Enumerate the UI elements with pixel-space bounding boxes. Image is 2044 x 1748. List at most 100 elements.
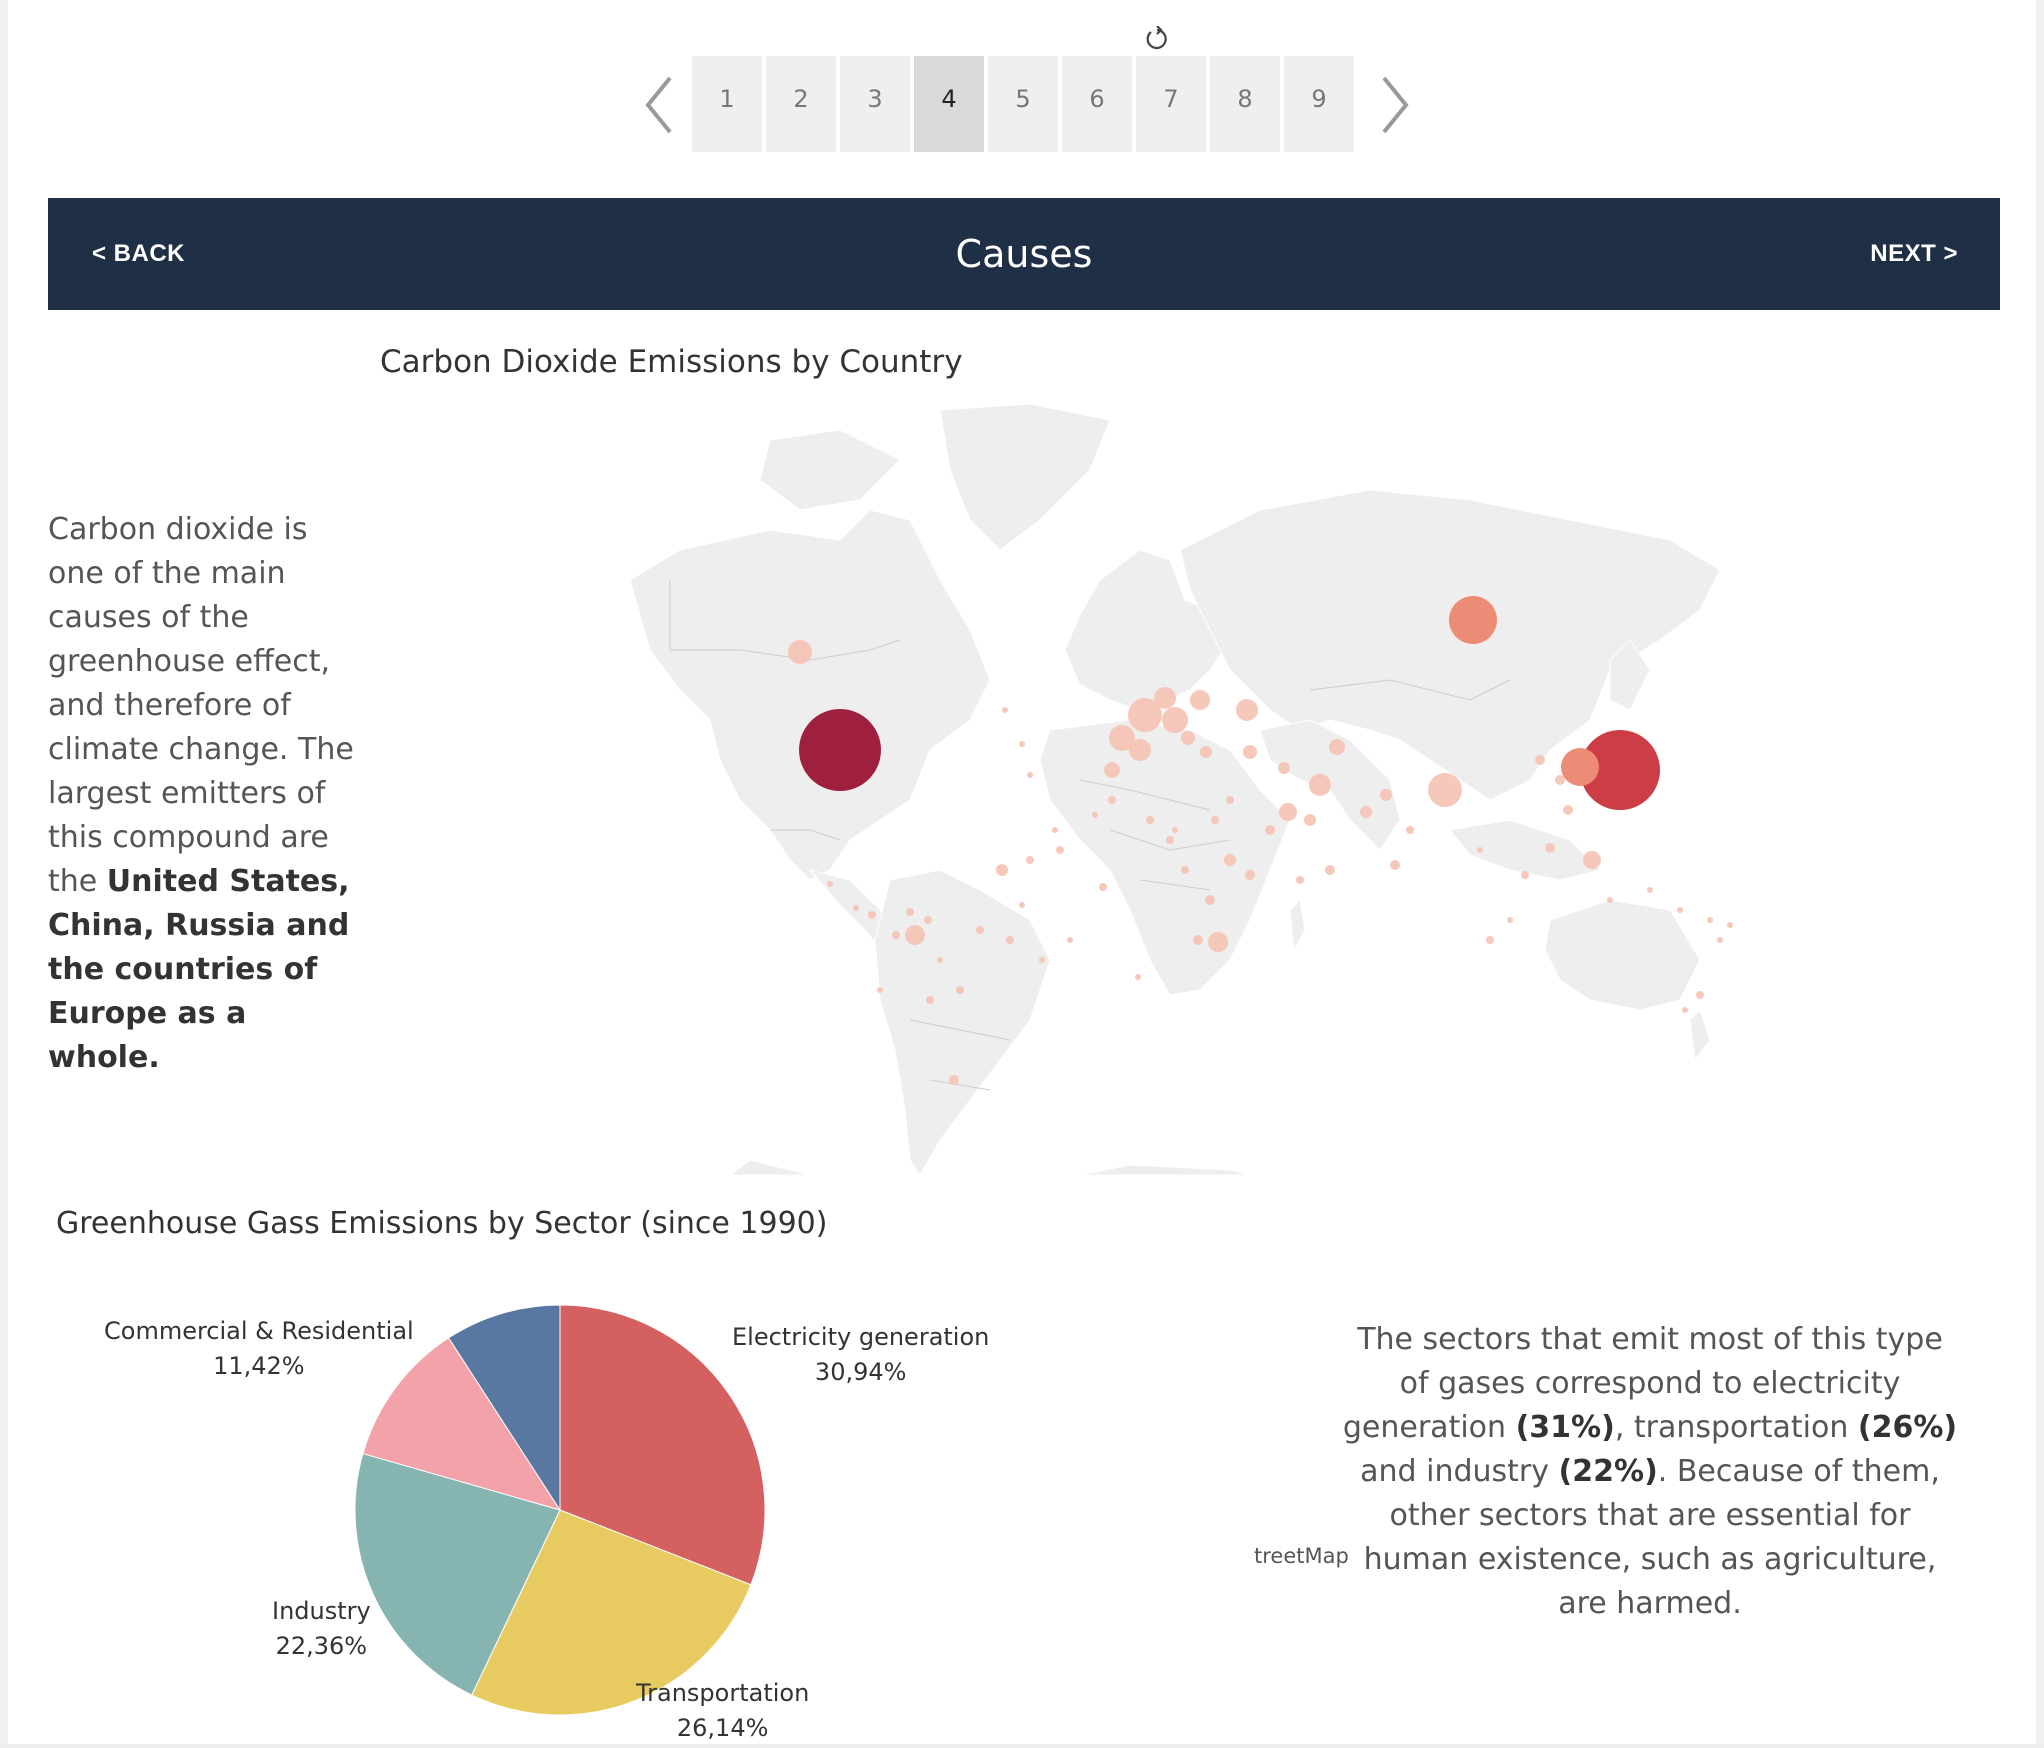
page-button-8[interactable]: 8 (1210, 56, 1280, 152)
emission-bubble[interactable] (1135, 974, 1141, 980)
emission-bubble[interactable] (1146, 816, 1154, 824)
emission-bubble[interactable] (1561, 748, 1599, 786)
page-button-6[interactable]: 6 (1062, 56, 1132, 152)
emission-bubble[interactable] (1607, 897, 1613, 903)
emission-bubble[interactable] (892, 931, 900, 939)
emission-bubble[interactable] (853, 905, 859, 911)
emission-bubble[interactable] (1245, 870, 1255, 880)
emission-bubble[interactable] (1172, 827, 1178, 833)
emission-bubble[interactable] (1696, 991, 1704, 999)
emission-bubble[interactable] (1682, 1007, 1688, 1013)
emission-bubble[interactable] (1181, 731, 1195, 745)
page-button-4[interactable]: 4 (914, 56, 984, 152)
emission-bubble[interactable] (1099, 883, 1107, 891)
emission-bubble[interactable] (799, 709, 881, 791)
emission-bubble[interactable] (949, 1075, 959, 1085)
emission-bubble[interactable] (1449, 596, 1497, 644)
sectors-text-3: and industry (1360, 1454, 1559, 1489)
pie-label-value: 30,94% (814, 1358, 907, 1386)
page-button-2[interactable]: 2 (766, 56, 836, 152)
emission-bubble[interactable] (1205, 895, 1215, 905)
emission-bubble[interactable] (1052, 827, 1058, 833)
emission-bubble[interactable] (1200, 746, 1212, 758)
emission-bubble[interactable] (1026, 856, 1034, 864)
emission-bubble[interactable] (1521, 871, 1529, 879)
emission-bubble[interactable] (1067, 937, 1073, 943)
emission-bubble[interactable] (1380, 789, 1392, 801)
emission-bubble[interactable] (1019, 902, 1025, 908)
world-map[interactable]: treetMap (610, 400, 1770, 1568)
emission-bubble[interactable] (788, 640, 812, 664)
emission-bubble[interactable] (906, 908, 914, 916)
page-button-7[interactable]: 7 (1136, 56, 1206, 152)
chevron-right-icon[interactable] (1374, 70, 1414, 140)
emission-bubble[interactable] (996, 864, 1008, 876)
emission-bubble[interactable] (1486, 936, 1494, 944)
emission-bubble[interactable] (1428, 773, 1462, 807)
page-button-9[interactable]: 9 (1284, 56, 1354, 152)
emission-bubble[interactable] (905, 925, 925, 945)
emission-bubble[interactable] (1278, 762, 1290, 774)
pie-label-value: 11,42% (213, 1352, 305, 1380)
emission-bubble[interactable] (1108, 796, 1116, 804)
emission-bubble[interactable] (1507, 917, 1513, 923)
emission-bubble[interactable] (1647, 887, 1653, 893)
emission-bubble[interactable] (877, 987, 883, 993)
emission-bubble[interactable] (1555, 775, 1565, 785)
page-button-1[interactable]: 1 (692, 56, 762, 152)
emission-bubble[interactable] (1208, 932, 1228, 952)
emission-bubble[interactable] (924, 916, 932, 924)
emission-bubble[interactable] (1304, 814, 1316, 826)
emission-bubble[interactable] (1224, 854, 1236, 866)
emission-bubble[interactable] (1677, 907, 1683, 913)
emission-bubble[interactable] (868, 911, 876, 919)
emission-bubble[interactable] (1727, 922, 1733, 928)
emission-bubble[interactable] (1162, 707, 1188, 733)
emission-bubble[interactable] (1360, 806, 1372, 818)
emission-bubble[interactable] (1027, 772, 1033, 778)
emission-bubble[interactable] (1390, 860, 1400, 870)
emission-bubble[interactable] (1279, 803, 1297, 821)
emission-bubble[interactable] (1329, 739, 1345, 755)
page-title: Causes (955, 232, 1093, 276)
emission-bubble[interactable] (1545, 843, 1555, 853)
emission-bubble[interactable] (1129, 739, 1151, 761)
emission-bubble[interactable] (1166, 836, 1174, 844)
emission-bubble[interactable] (1056, 846, 1064, 854)
emission-bubble[interactable] (1325, 865, 1335, 875)
emission-bubble[interactable] (1006, 936, 1014, 944)
emission-bubble[interactable] (1226, 796, 1234, 804)
emission-bubble[interactable] (1181, 866, 1189, 874)
emission-bubble[interactable] (1104, 762, 1120, 778)
emission-bubble[interactable] (827, 881, 833, 887)
emission-bubble[interactable] (1563, 805, 1573, 815)
emission-bubble[interactable] (1193, 935, 1203, 945)
emission-bubble[interactable] (1039, 957, 1045, 963)
next-button[interactable]: NEXT > (1870, 198, 1958, 310)
page-button-5[interactable]: 5 (988, 56, 1058, 152)
emission-bubble[interactable] (1092, 812, 1098, 818)
emission-bubble[interactable] (1707, 917, 1713, 923)
emission-bubble[interactable] (1406, 826, 1414, 834)
emission-bubble[interactable] (926, 996, 934, 1004)
emission-bubble[interactable] (937, 957, 943, 963)
emission-bubble[interactable] (1717, 937, 1723, 943)
emission-bubble[interactable] (1265, 825, 1275, 835)
emission-bubble[interactable] (1154, 687, 1176, 709)
emission-bubble[interactable] (1190, 690, 1210, 710)
emission-bubble[interactable] (976, 926, 984, 934)
emission-bubble[interactable] (1535, 755, 1545, 765)
emission-bubble[interactable] (1243, 745, 1257, 759)
emission-bubble[interactable] (1002, 707, 1008, 713)
emission-bubble[interactable] (956, 986, 964, 994)
emission-bubble[interactable] (1477, 847, 1483, 853)
emission-bubble[interactable] (1296, 876, 1304, 884)
chevron-left-icon[interactable] (640, 70, 680, 140)
emission-bubble[interactable] (1019, 741, 1025, 747)
emission-bubble[interactable] (1211, 816, 1219, 824)
refresh-icon[interactable] (1144, 25, 1170, 52)
page-button-3[interactable]: 3 (840, 56, 910, 152)
emission-bubble[interactable] (1236, 699, 1258, 721)
emission-bubble[interactable] (1309, 774, 1331, 796)
emission-bubble[interactable] (1583, 851, 1601, 869)
